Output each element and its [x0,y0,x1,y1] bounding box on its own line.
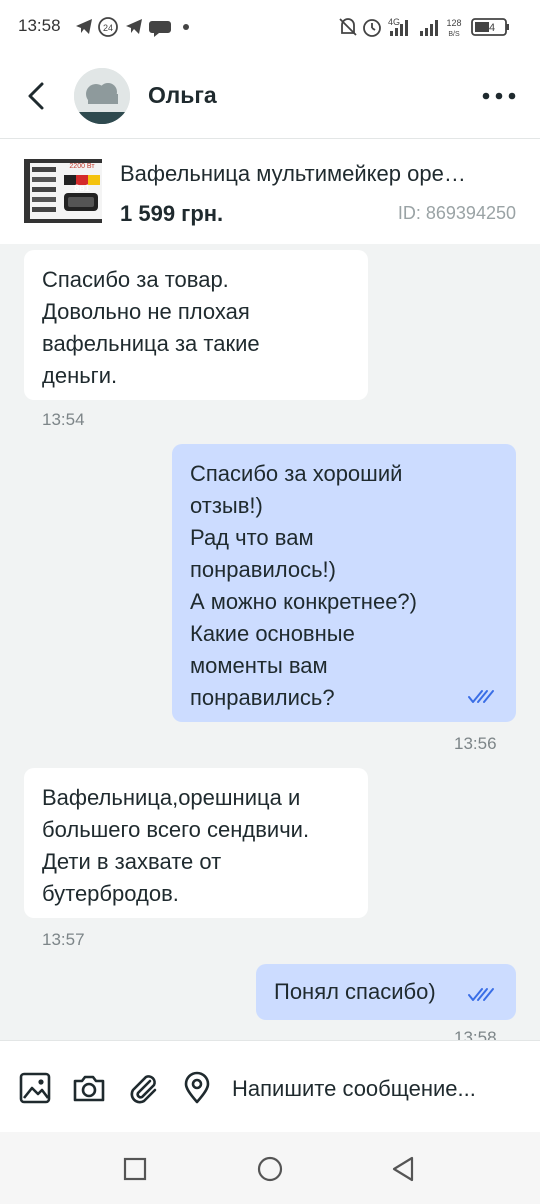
signal-4g-icon: 4G [388,17,408,36]
signal-icon [420,20,438,36]
product-title[interactable]: Вафельница мультимейкер оре… [120,161,510,187]
dot-icon [183,24,189,30]
avatar-placeholder-icon [74,68,130,124]
message-input[interactable] [232,1071,522,1107]
contact-name[interactable]: Ольга [148,82,217,109]
attach-file-button[interactable] [126,1071,160,1105]
message-time: 13:56 [454,734,497,753]
status-left-icons: 24 [76,17,189,37]
recent-apps-button[interactable] [120,1154,150,1184]
message-text: Вафельница,орешница и большего всего сен… [42,785,310,906]
status-time: 13:58 [18,16,61,35]
back-triangle-icon [392,1156,414,1182]
svg-text:4G: 4G [388,17,400,27]
attach-image-button[interactable] [18,1071,52,1105]
message-list[interactable]: Спасибо за товар. Довольно не плохая ваф… [0,244,540,1040]
message-incoming[interactable]: Вафельница,орешница и большего всего сен… [24,768,368,918]
network-speed-unit: B/S [448,31,460,38]
thumb-badge-top: 2200 Вт [69,163,95,170]
product-card[interactable]: 2200 Вт 8в1 Вафельница мультимейкер оре…… [0,139,540,243]
back-button[interactable] [18,76,54,116]
battery-icon: 44 [471,18,509,36]
battery-level: 44 [483,22,495,34]
send-location-button[interactable] [180,1071,214,1105]
chat-bubble-icon [149,21,171,37]
mute-icon [339,18,357,36]
more-dots-icon [482,92,516,100]
home-button[interactable] [255,1154,285,1184]
product-thumbnail-image: 2200 Вт 8в1 [24,159,102,223]
message-outgoing[interactable]: Спасибо за хороший отзыв!) Рад что вам п… [172,444,516,722]
svg-text:24: 24 [103,23,113,33]
system-navigation-bar [0,1132,540,1204]
message-time: 13:54 [42,410,85,429]
chat-header: Ольга [0,56,540,139]
message-outgoing[interactable]: Понял спасибо) [256,964,516,1020]
location-pin-icon [184,1071,210,1104]
more-options-button[interactable] [478,86,520,106]
message-text: Спасибо за товар. Довольно не плохая ваф… [42,267,260,388]
image-icon [19,1072,51,1104]
chevron-left-icon [28,82,44,110]
camera-button[interactable] [72,1071,106,1105]
camera-icon [73,1075,105,1102]
avatar[interactable] [74,68,130,124]
paperclip-icon [130,1075,157,1104]
status-right-icons: 4G 128 B/S 44 [338,13,518,41]
message-time: 13:58 [454,1028,497,1040]
status-bar: 13:58 24 4G 128 B/S 44 [0,0,540,56]
notification-24-icon: 24 [98,17,118,37]
message-incoming[interactable]: Спасибо за товар. Довольно не плохая ваф… [24,250,368,400]
message-composer [0,1040,540,1133]
read-double-check-icon [468,690,494,703]
network-speed-value: 128 [446,18,461,28]
read-double-check-icon [468,988,494,1001]
telegram-icon [126,19,142,34]
message-time: 13:57 [42,930,85,949]
alarm-icon [363,19,381,37]
telegram-icon [76,19,92,34]
network-speed-icon: 128 B/S [446,18,461,38]
message-text: Спасибо за хороший отзыв!) Рад что вам п… [190,461,417,710]
back-nav-button[interactable] [388,1154,418,1184]
product-id: ID: 869394250 [397,203,516,223]
recent-apps-icon [123,1157,147,1181]
message-text: Понял спасибо) [274,979,436,1004]
home-icon [257,1156,283,1182]
product-price: 1 599 грн. [120,201,224,226]
thumb-badge-big: 8в1 [74,183,90,193]
product-thumbnail[interactable]: 2200 Вт 8в1 [24,159,102,223]
